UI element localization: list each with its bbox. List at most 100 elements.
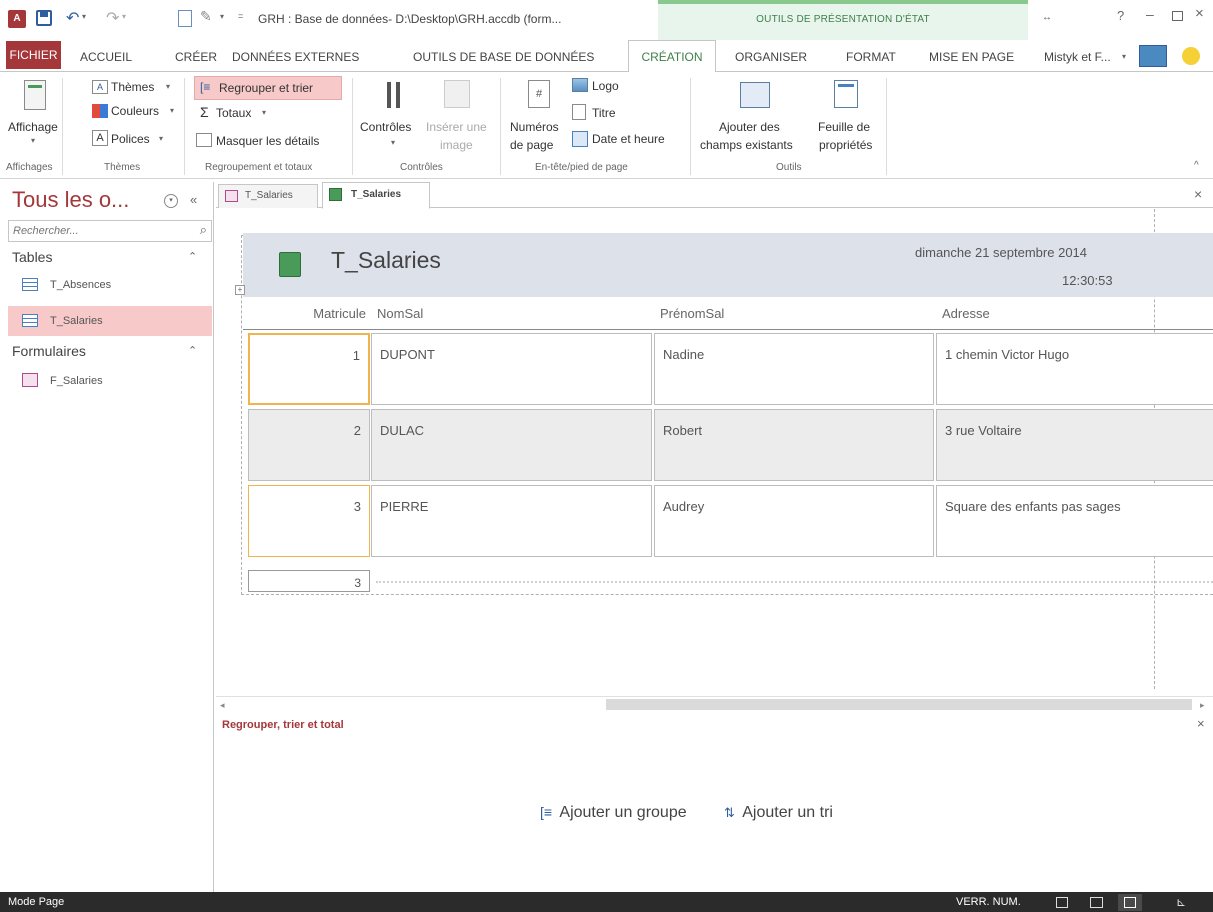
- add-fields-label-1[interactable]: Ajouter des: [719, 120, 780, 134]
- page-number-label-1[interactable]: Numéros: [510, 120, 559, 134]
- hide-details-button[interactable]: Masquer les détails: [216, 134, 319, 148]
- collapse-nav-icon[interactable]: «: [190, 192, 197, 207]
- account-dropdown-icon[interactable]: ▾: [1122, 52, 1126, 61]
- spelling-icon[interactable]: ✎: [200, 8, 212, 25]
- colors-icon[interactable]: [92, 104, 108, 118]
- column-header-adresse[interactable]: Adresse: [942, 306, 990, 321]
- scroll-right-icon[interactable]: ▸: [1200, 700, 1205, 711]
- nav-item-t-absences[interactable]: T_Absences: [8, 272, 212, 298]
- format-dropdown-icon[interactable]: ▾: [220, 12, 224, 21]
- totals-dropdown-icon[interactable]: ▾: [262, 108, 266, 117]
- collapse-ribbon-icon[interactable]: ^: [1194, 160, 1199, 171]
- colors-button[interactable]: Couleurs: [111, 104, 159, 118]
- cell-matricule[interactable]: 3: [248, 485, 370, 557]
- redo-icon[interactable]: ↷: [106, 8, 119, 28]
- column-header-nomsal[interactable]: NomSal: [377, 306, 423, 321]
- add-fields-icon[interactable]: [740, 82, 770, 108]
- print-preview-view-icon[interactable]: [1090, 897, 1103, 908]
- nav-menu-chevron-icon[interactable]: ▾: [164, 194, 178, 208]
- property-sheet-label-2[interactable]: propriétés: [819, 138, 872, 152]
- nav-search-input[interactable]: [9, 221, 184, 241]
- tab-format[interactable]: FORMAT: [846, 44, 896, 70]
- report-time[interactable]: 12:30:53: [1062, 273, 1113, 288]
- property-sheet-label-1[interactable]: Feuille de: [818, 120, 870, 134]
- cell-nomsal[interactable]: DULAC: [371, 409, 652, 481]
- themes-icon[interactable]: A: [92, 80, 108, 94]
- redo-dropdown-icon[interactable]: ▾: [122, 12, 126, 21]
- help-button[interactable]: ?: [1117, 8, 1124, 23]
- view-icon[interactable]: [24, 80, 46, 110]
- tables-collapse-icon[interactable]: ⌃: [188, 250, 197, 263]
- search-icon[interactable]: ⌕: [200, 222, 207, 238]
- nav-item-f-salaries[interactable]: F_Salaries: [8, 368, 212, 394]
- logo-button[interactable]: Logo: [592, 79, 619, 93]
- cell-matricule[interactable]: 2: [248, 409, 370, 481]
- doc-tab-report[interactable]: T_Salaries: [322, 182, 430, 209]
- cell-adresse[interactable]: Square des enfants pas sages: [936, 485, 1213, 557]
- tab-fichier[interactable]: FICHIER: [6, 41, 61, 69]
- avatar[interactable]: [1139, 45, 1167, 67]
- fonts-icon[interactable]: A: [92, 130, 108, 146]
- layout-view-icon[interactable]: [1118, 894, 1142, 911]
- cell-nomsal[interactable]: PIERRE: [371, 485, 652, 557]
- affichage-dropdown-icon[interactable]: ▾: [31, 136, 35, 145]
- close-group-panel-icon[interactable]: ×: [1197, 716, 1205, 731]
- horizontal-scrollbar[interactable]: ◂ ▸: [216, 696, 1213, 712]
- page-number-label-2[interactable]: de page: [510, 138, 553, 152]
- restore-ribbon-icon[interactable]: ↔: [1042, 12, 1052, 23]
- close-document-icon[interactable]: ×: [1194, 186, 1202, 202]
- nav-forms-header[interactable]: Formulaires: [12, 343, 86, 359]
- customize-qat-icon[interactable]: =: [238, 11, 243, 21]
- colors-dropdown-icon[interactable]: ▾: [170, 106, 174, 115]
- cell-prenomsal[interactable]: Nadine: [654, 333, 934, 405]
- nav-item-t-salaries[interactable]: T_Salaries: [8, 306, 212, 336]
- tab-creation[interactable]: CRÉATION: [628, 40, 716, 72]
- property-sheet-icon[interactable]: [834, 80, 858, 108]
- save-icon[interactable]: [36, 10, 52, 26]
- sum-icon[interactable]: Σ: [200, 104, 209, 120]
- tab-creer[interactable]: CRÉER: [175, 44, 217, 70]
- controls-button[interactable]: Contrôles: [360, 120, 411, 134]
- fonts-button[interactable]: Polices: [111, 132, 150, 146]
- title-button[interactable]: Titre: [592, 106, 616, 120]
- undo-icon[interactable]: ↶: [66, 8, 79, 28]
- report-title[interactable]: T_Salaries: [331, 247, 441, 274]
- cell-adresse[interactable]: 3 rue Voltaire: [936, 409, 1213, 481]
- add-group-button[interactable]: [≡ Ajouter un groupe: [540, 804, 687, 822]
- cell-adresse[interactable]: 1 chemin Victor Hugo: [936, 333, 1213, 405]
- forms-collapse-icon[interactable]: ⌃: [188, 344, 197, 357]
- scroll-left-icon[interactable]: ◂: [220, 700, 225, 711]
- report-date[interactable]: dimanche 21 septembre 2014: [915, 245, 1087, 260]
- add-fields-label-2[interactable]: champs existants: [700, 138, 793, 152]
- title-icon[interactable]: [572, 104, 586, 120]
- design-view-icon[interactable]: ⊾: [1176, 895, 1186, 909]
- record-count-box[interactable]: 3: [248, 570, 370, 592]
- tab-donnees-externes[interactable]: DONNÉES EXTERNES: [232, 44, 359, 70]
- tab-outils-bdd[interactable]: OUTILS DE BASE DE DONNÉES: [413, 44, 594, 70]
- controls-dropdown-icon[interactable]: ▾: [391, 138, 395, 147]
- fonts-dropdown-icon[interactable]: ▾: [159, 134, 163, 143]
- tab-organiser[interactable]: ORGANISER: [735, 44, 807, 70]
- affichage-button[interactable]: Affichage: [8, 120, 58, 134]
- print-preview-icon[interactable]: [178, 10, 192, 27]
- cell-prenomsal[interactable]: Audrey: [654, 485, 934, 557]
- date-time-button[interactable]: Date et heure: [592, 132, 665, 146]
- doc-tab-form[interactable]: T_Salaries: [218, 184, 318, 208]
- scrollbar-thumb[interactable]: [606, 699, 1192, 710]
- minimize-button[interactable]: –: [1146, 6, 1154, 22]
- close-button[interactable]: ×: [1195, 5, 1204, 22]
- page-number-icon[interactable]: #: [528, 80, 550, 108]
- layout-move-handle-icon[interactable]: +: [235, 285, 245, 295]
- column-header-prenomsal[interactable]: PrénomSal: [660, 306, 724, 321]
- controls-icon[interactable]: [384, 80, 406, 110]
- report-view-icon[interactable]: [1056, 897, 1068, 908]
- tab-accueil[interactable]: ACCUEIL: [80, 44, 132, 70]
- add-sort-button[interactable]: ⇅ Ajouter un tri: [724, 804, 833, 822]
- hide-details-icon[interactable]: [196, 133, 212, 147]
- logo-icon[interactable]: [572, 78, 588, 92]
- cell-prenomsal[interactable]: Robert: [654, 409, 934, 481]
- date-time-icon[interactable]: [572, 131, 588, 147]
- cell-matricule[interactable]: 1: [248, 333, 370, 405]
- maximize-button[interactable]: [1172, 11, 1183, 21]
- cell-nomsal[interactable]: DUPONT: [371, 333, 652, 405]
